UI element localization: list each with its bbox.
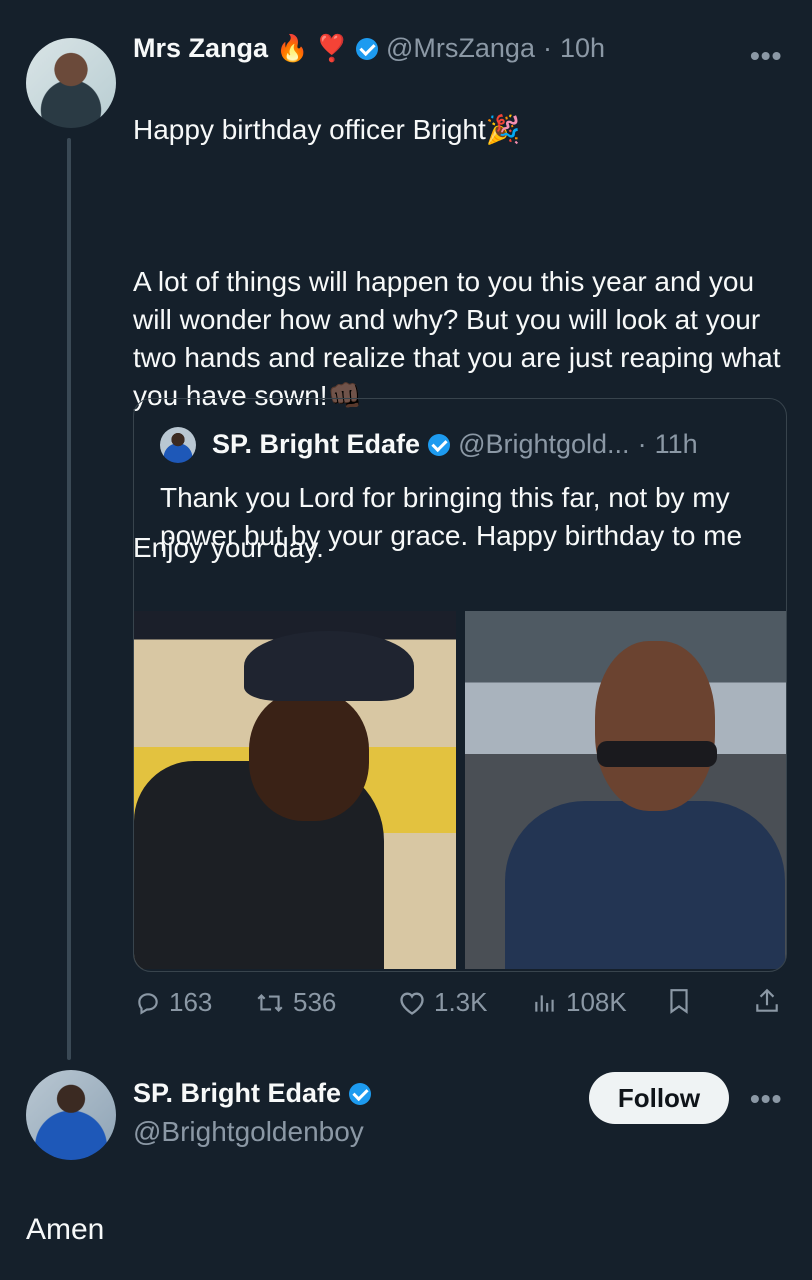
photo-face	[249, 691, 369, 821]
quote-avatar[interactable]	[160, 427, 196, 463]
quoted-tweet[interactable]: SP. Bright Edafe @Brightgold... · 11h Th…	[133, 398, 787, 972]
reply-author-header: SP. Bright Edafe	[133, 1078, 372, 1109]
reply-text: Amen	[26, 1213, 105, 1246]
tweet-header: Mrs Zanga 🔥 ❣️ @MrsZanga · 10h	[133, 33, 605, 64]
quote-header: SP. Bright Edafe @Brightgold... · 11h	[212, 429, 698, 460]
quote-photo-officer[interactable]	[134, 611, 456, 969]
more-dots-icon[interactable]: •••	[750, 1083, 782, 1115]
tweet-time[interactable]: 10h	[560, 33, 605, 64]
retweet-button[interactable]: 536	[255, 987, 336, 1018]
quote-time[interactable]: 11h	[655, 429, 698, 460]
author-emojis: 🔥 ❣️	[276, 33, 349, 63]
reply-button[interactable]: 163	[135, 987, 212, 1018]
like-button[interactable]: 1.3K	[398, 987, 488, 1018]
photo-glasses	[597, 741, 717, 767]
quote-author-handle[interactable]: @Brightgold...	[458, 429, 630, 460]
retweet-count: 536	[293, 987, 337, 1017]
reply-author-avatar[interactable]	[26, 1070, 116, 1160]
separator: ·	[542, 33, 552, 63]
reply-icon	[138, 992, 158, 1015]
verified-badge-icon	[428, 433, 451, 456]
views-icon	[535, 994, 554, 1012]
views-count: 108K	[566, 987, 627, 1017]
heart-icon	[400, 991, 424, 1015]
photo-shirt	[505, 801, 785, 969]
verified-badge-icon	[356, 37, 379, 60]
author-handle[interactable]: @MrsZanga	[386, 33, 535, 64]
tweet-main-text: A lot of things will happen to you this …	[133, 266, 781, 411]
separator: ·	[637, 429, 647, 459]
like-count: 1.3K	[434, 987, 488, 1017]
tweet-line1: Happy birthday officer Bright🎉	[133, 114, 521, 145]
share-icon	[756, 988, 778, 1012]
quote-author-name[interactable]: SP. Bright Edafe	[212, 429, 420, 460]
thread-line	[67, 138, 71, 1060]
reply-author-handle[interactable]: @Brightgoldenboy	[133, 1116, 364, 1148]
more-dots-icon[interactable]: •••	[750, 40, 782, 72]
bookmark-button[interactable]	[666, 987, 692, 1015]
author-avatar[interactable]	[26, 38, 116, 128]
share-button[interactable]	[754, 987, 780, 1015]
reply-author-name[interactable]: SP. Bright Edafe	[133, 1078, 341, 1109]
quote-photo-selfie[interactable]	[465, 611, 786, 969]
reply-count: 163	[169, 987, 213, 1017]
verified-badge-icon	[349, 1082, 372, 1105]
photo-face	[595, 641, 715, 811]
photo-cap	[244, 631, 414, 701]
quote-text: Thank you Lord for bringing this far, no…	[160, 482, 743, 551]
retweet-icon	[257, 993, 283, 1012]
views-button[interactable]: 108K	[532, 987, 627, 1018]
bookmark-icon	[670, 989, 688, 1014]
author-name[interactable]: Mrs Zanga	[133, 33, 268, 64]
follow-button[interactable]: Follow	[589, 1072, 729, 1124]
